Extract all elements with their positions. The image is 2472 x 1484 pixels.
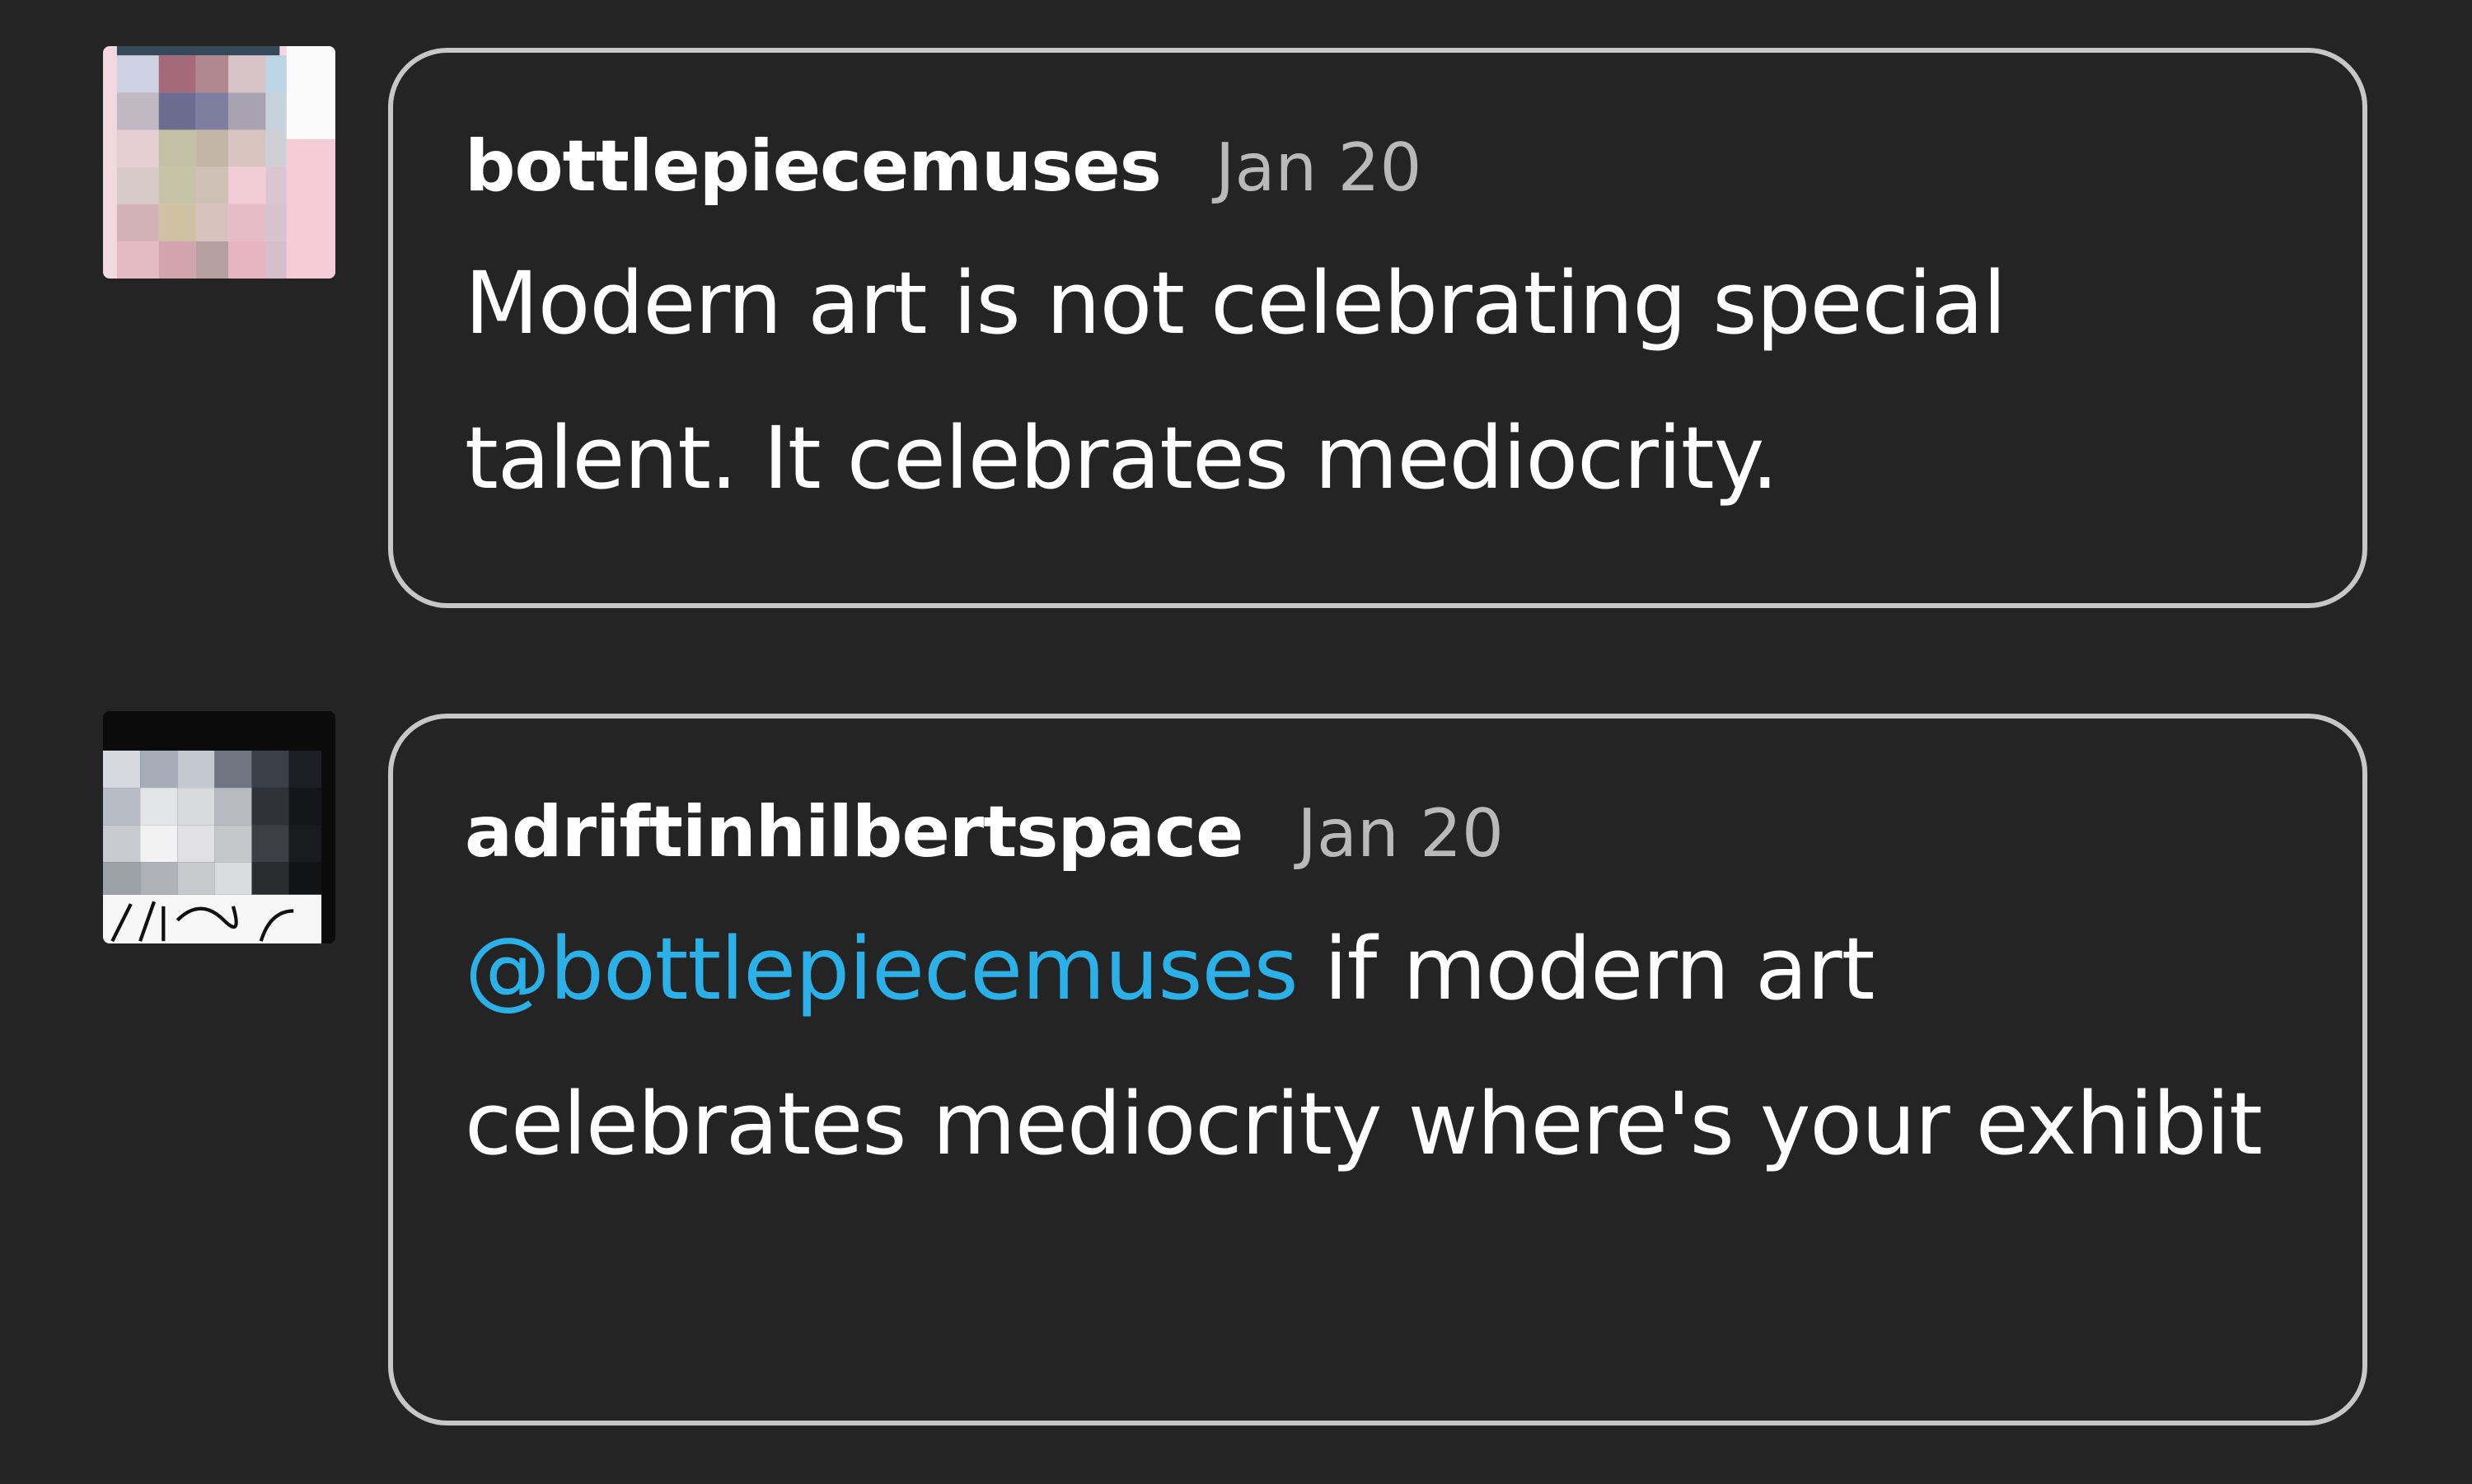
comment-date: Jan 20 bbox=[1215, 129, 1422, 206]
comment-header: bottlepiecemuses Jan 20 bbox=[465, 125, 2296, 209]
comment-text: @bottlepiecemuses if modern art celebrat… bbox=[465, 892, 2296, 1201]
mention-link[interactable]: @bottlepiecemuses bbox=[465, 919, 1299, 1019]
avatar-image bbox=[103, 46, 335, 279]
username-link[interactable]: adriftinhilbertspace bbox=[465, 791, 1243, 873]
comment-bubble: adriftinhilbertspace Jan 20 @bottlepiece… bbox=[388, 714, 2367, 1425]
comment-text: Modern art is not celebrating special ta… bbox=[465, 253, 2006, 508]
username-link[interactable]: bottlepiecemuses bbox=[465, 125, 1162, 208]
comment-bubble: bottlepiecemuses Jan 20 Modern art is no… bbox=[388, 48, 2367, 608]
comment-header: adriftinhilbertspace Jan 20 bbox=[465, 791, 2296, 875]
avatar[interactable] bbox=[103, 46, 335, 279]
avatar[interactable] bbox=[103, 711, 335, 943]
comment-date: Jan 20 bbox=[1297, 795, 1504, 872]
avatar-image bbox=[103, 711, 335, 943]
